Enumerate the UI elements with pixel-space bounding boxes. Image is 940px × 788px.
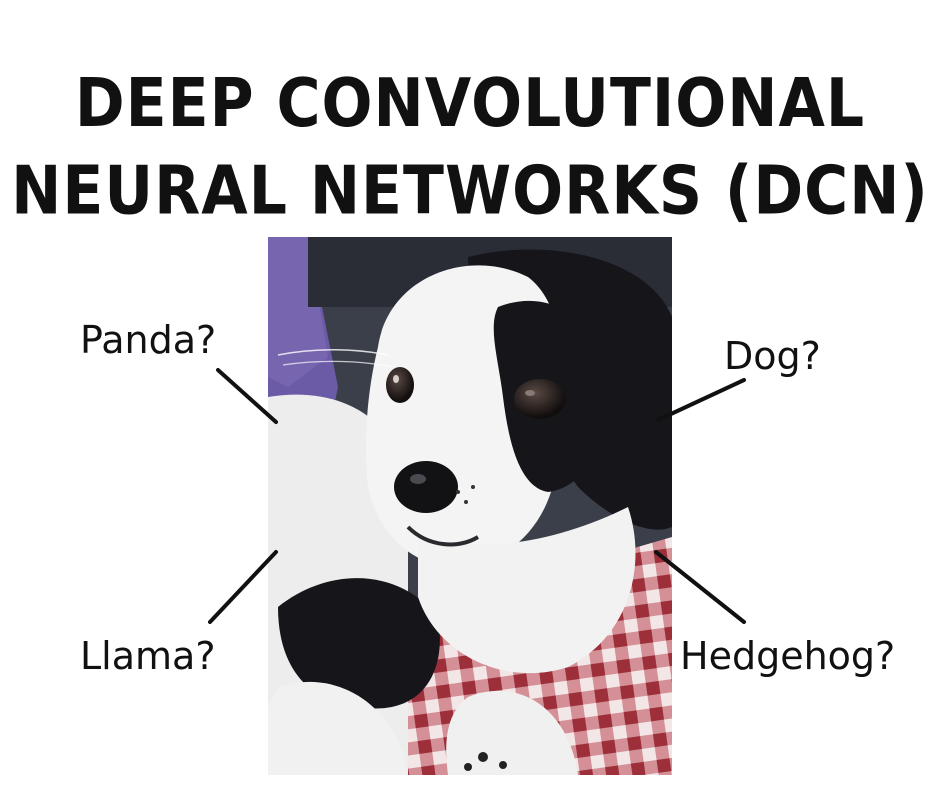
pointer-hedgehog [654,550,746,624]
pointer-panda [216,368,278,424]
label-hedgehog: Hedgehog? [680,634,896,678]
label-llama: Llama? [80,634,216,678]
label-dog: Dog? [724,334,821,378]
pointer-dog [656,378,746,422]
pointer-llama [208,550,278,624]
label-panda: Panda? [80,318,217,362]
